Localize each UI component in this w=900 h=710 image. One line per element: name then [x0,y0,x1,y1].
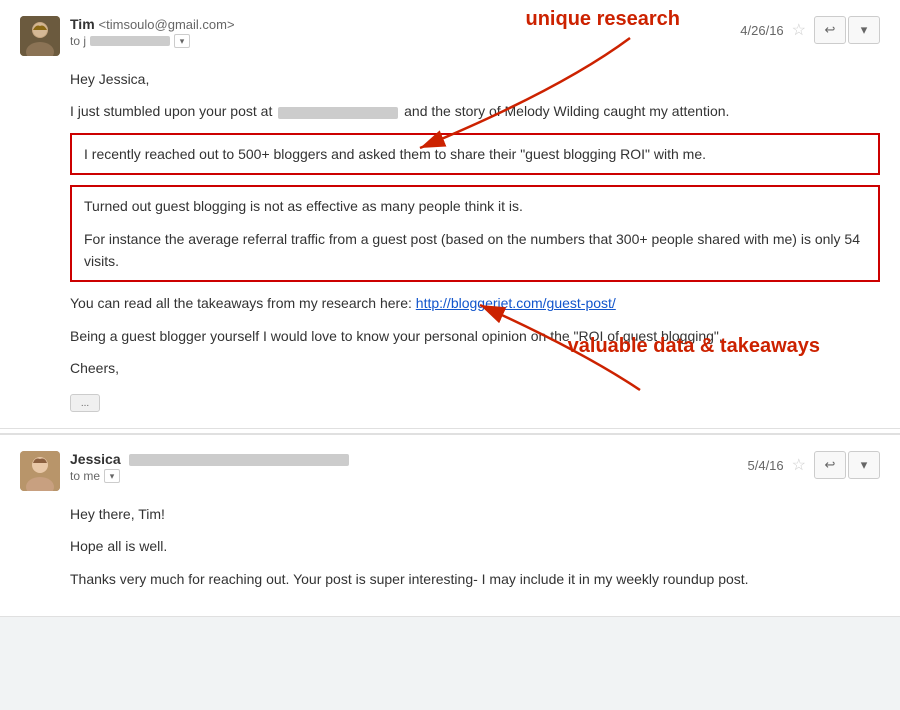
email-meta-jessica: 5/4/16 ☆ ↩ ▾ [748,451,881,479]
sender-info-jessica: Jessica to me ▾ [70,451,748,483]
email-item-tim: unique research [0,0,900,429]
avatar-jessica [20,451,60,491]
reply-btn-tim[interactable]: ↩ [814,16,846,44]
recipient-line-tim: to j ▾ [70,34,740,48]
para2-jessica: Thanks very much for reaching out. Your … [70,568,880,590]
para1-jessica: Hope all is well. [70,535,880,557]
action-btns-jessica: ↩ ▾ [814,451,880,479]
star-icon-tim[interactable]: ☆ [792,20,806,40]
email-header-tim: Tim <timsoulo@gmail.com> to j ▾ 4/26/16 … [20,16,880,56]
highlight2-p2-tim: For instance the average referral traffi… [84,228,866,273]
reply-btn-jessica[interactable]: ↩ [814,451,846,479]
recipient-blurred-tim [90,36,170,46]
show-more-btn-tim[interactable]: ... [70,394,100,412]
email-body-jessica: Hey there, Tim! Hope all is well. Thanks… [20,503,880,590]
star-icon-jessica[interactable]: ☆ [792,455,806,475]
research-link-tim[interactable]: http://bloggerjet.com/guest-post/ [416,295,616,311]
greeting-jessica: Hey there, Tim! [70,503,880,525]
highlight-box-2-tim: Turned out guest blogging is not as effe… [70,185,880,282]
sender-info-tim: Tim <timsoulo@gmail.com> to j ▾ [70,16,740,48]
email-meta-tim: 4/26/16 ☆ ↩ ▾ [740,16,880,44]
avatar-tim [20,16,60,56]
email-header-jessica: Jessica to me ▾ 5/4/16 ☆ ↩ ▾ [20,451,880,491]
more-btn-tim[interactable]: ▾ [848,16,880,44]
more-btn-jessica[interactable]: ▾ [848,451,880,479]
sender-name-jessica: Jessica [70,451,748,467]
blurred-site-tim [278,107,398,119]
greeting-tim: Hey Jessica, [70,68,880,90]
para1-tim: I just stumbled upon your post at and th… [70,100,880,122]
email-thread: unique research [0,0,900,617]
highlight1-tim: I recently reached out to 500+ bloggers … [84,143,866,165]
highlight-box-1-tim: I recently reached out to 500+ bloggers … [70,133,880,175]
sender-name-tim: Tim <timsoulo@gmail.com> [70,16,740,32]
recipient-dropdown-tim[interactable]: ▾ [174,34,190,48]
action-btns-tim: ↩ ▾ [814,16,880,44]
annotation-valuable-data: valuable data & takeaways [568,335,820,358]
email-item-jessica: Jessica to me ▾ 5/4/16 ☆ ↩ ▾ Hey there, … [0,433,900,617]
email-date-jessica: 5/4/16 [748,458,784,473]
recipient-dropdown-jessica[interactable]: ▾ [104,469,120,483]
jessica-email-blurred [129,454,349,466]
email-date-tim: 4/26/16 [740,23,783,38]
email-body-tim: Hey Jessica, I just stumbled upon your p… [20,68,880,412]
research-para-tim: You can read all the takeaways from my r… [70,292,880,314]
highlight2-p1-tim: Turned out guest blogging is not as effe… [84,195,866,217]
recipient-line-jessica: to me ▾ [70,469,748,483]
signoff-tim: Cheers, [70,357,880,379]
